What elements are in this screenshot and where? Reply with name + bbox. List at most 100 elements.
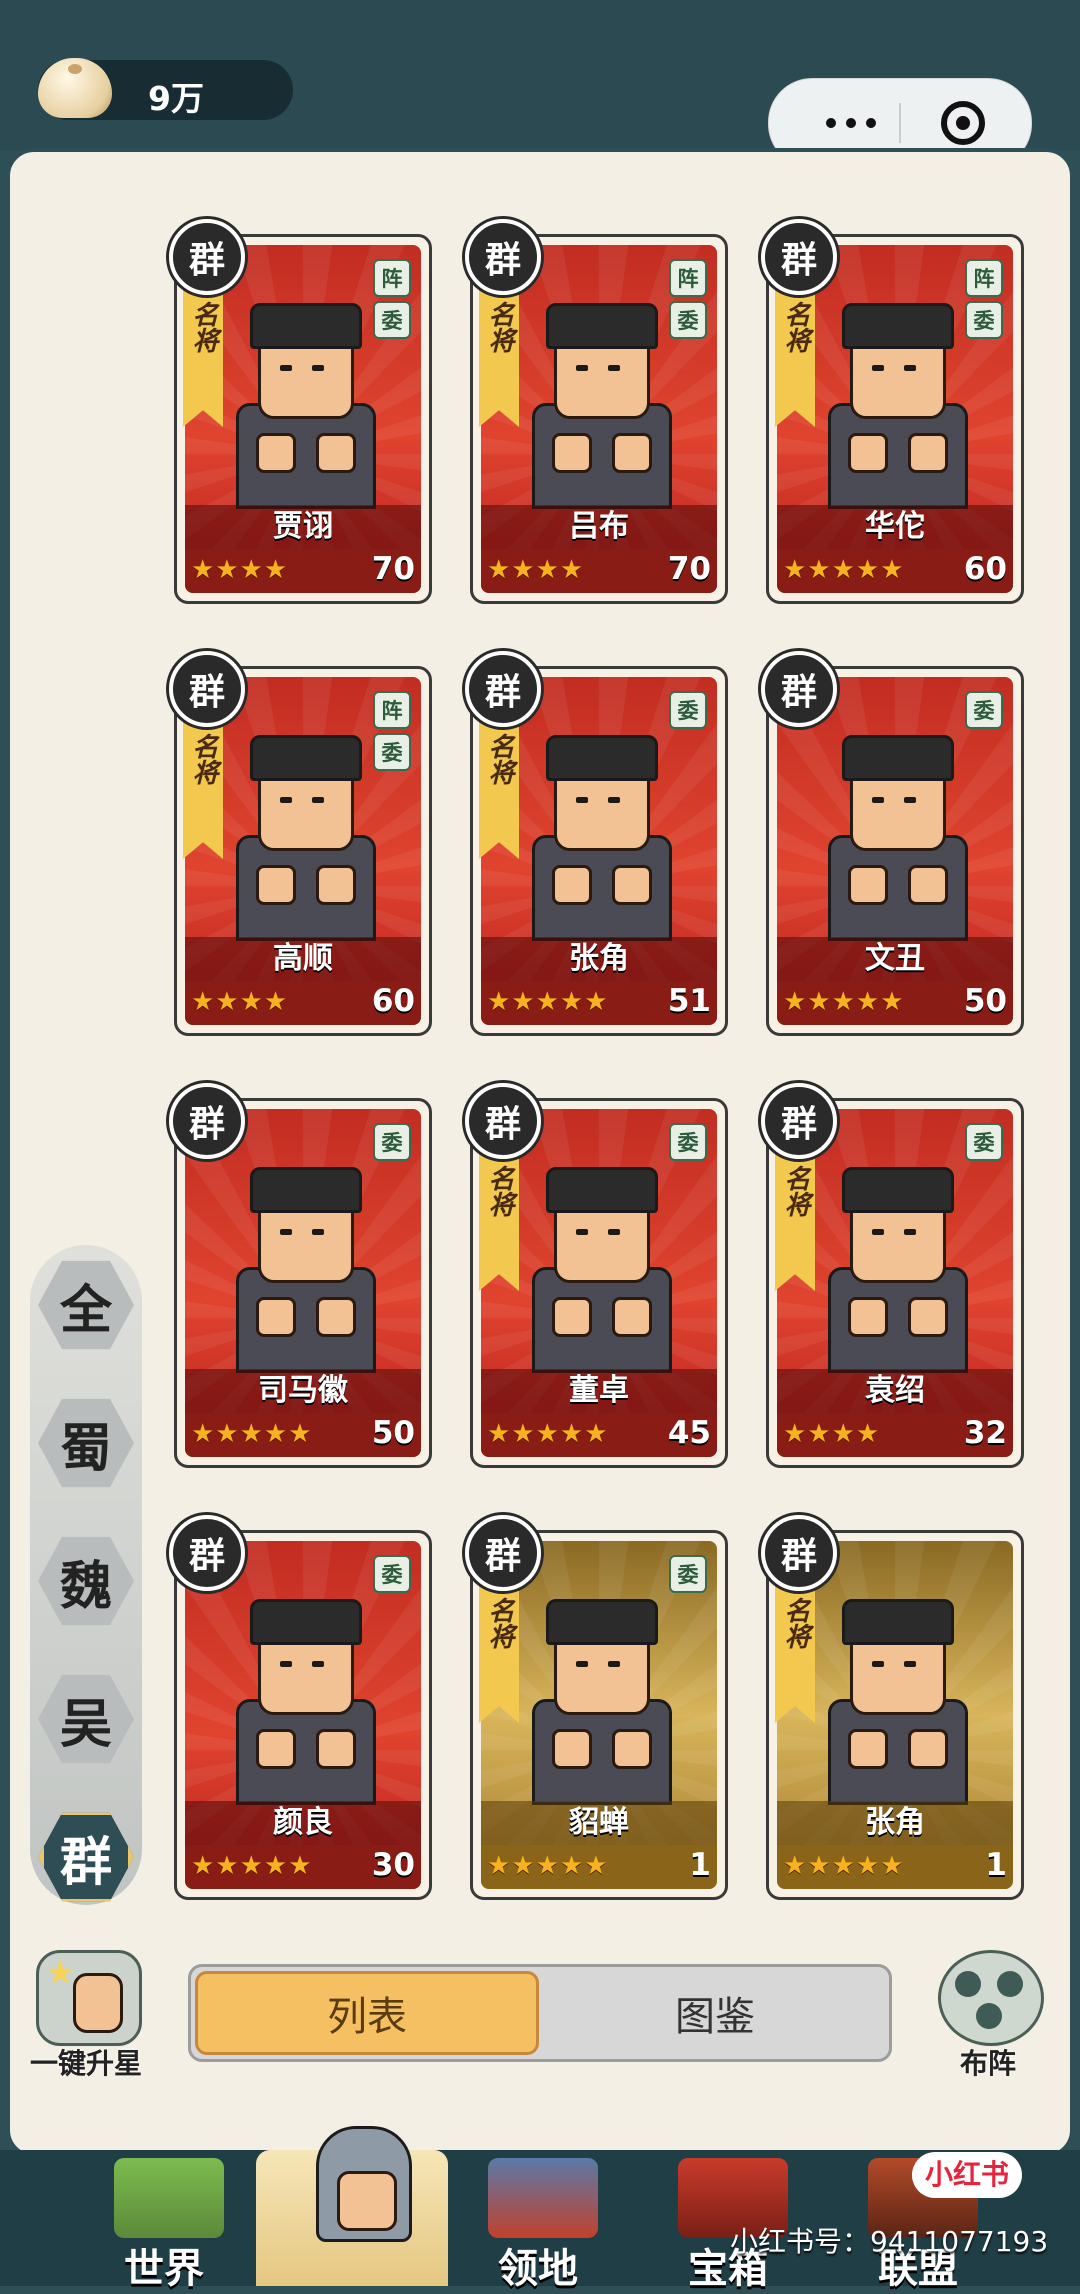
hero-list-panel: 阵委 贾诩 ★★★★ 70 群 名将 阵委 吕布 ★★★★ 70 群 名将 阵 … <box>6 148 1074 2158</box>
ribbon-char: 名将 <box>484 733 514 785</box>
hero-eye <box>280 1661 292 1667</box>
hero-tag: 委 <box>669 691 707 729</box>
hero-stars: ★★★★★ <box>783 555 905 585</box>
hero-hat <box>842 735 954 781</box>
hero-fist <box>316 1729 356 1769</box>
ribbon-char: 名将 <box>188 733 218 785</box>
hero-eye <box>904 365 916 371</box>
ribbon-char: 名将 <box>188 301 218 353</box>
faction-tab[interactable]: 群 <box>38 1809 134 1905</box>
hero-tag: 阵 <box>373 691 411 729</box>
ribbon-char: 名将 <box>780 1165 810 1217</box>
hero-portrait <box>820 303 970 509</box>
faction-badge: 群 <box>465 1083 541 1159</box>
hero-eye <box>608 365 620 371</box>
hero-eye <box>904 1661 916 1667</box>
hero-level: 51 <box>667 983 711 1019</box>
hero-star-bar: ★★★★★ 45 <box>481 1413 717 1457</box>
target-close-icon[interactable] <box>941 101 985 145</box>
hero-eye <box>280 1229 292 1235</box>
hero-portrait <box>524 303 674 509</box>
famous-general-ribbon: 名将 <box>183 287 223 427</box>
faction-tab-label: 群 <box>38 1812 134 1902</box>
faction-badge: 群 <box>761 1515 837 1591</box>
hero-fist <box>552 865 592 905</box>
faction-filter-tabs: 全蜀魏吴群 <box>30 1245 142 1905</box>
gallery-view-button[interactable]: 图鉴 <box>543 1971 887 2055</box>
famous-general-ribbon: 名将 <box>183 719 223 859</box>
formation-button[interactable]: 布阵 <box>928 1950 1048 2080</box>
nav-heroes[interactable] <box>256 2126 448 2286</box>
hero-card[interactable]: 委 董卓 ★★★★★ 45 群 名将 <box>465 1083 728 1468</box>
hero-stars: ★★★★ <box>191 987 289 1017</box>
faction-badge: 群 <box>169 651 245 727</box>
hero-tag: 委 <box>669 1555 707 1593</box>
hero-eye <box>280 797 292 803</box>
faction-tab[interactable]: 全 <box>38 1257 134 1353</box>
hero-card[interactable]: 委 颜良 ★★★★★ 30 群 <box>169 1515 432 1900</box>
hero-fist <box>552 433 592 473</box>
hero-star-bar: ★★★★ 32 <box>777 1413 1013 1457</box>
list-view-button[interactable]: 列表 <box>195 1971 539 2055</box>
hero-level: 60 <box>963 551 1007 587</box>
ribbon-char: 名将 <box>484 1165 514 1217</box>
hero-name: 貂蝉 <box>481 1801 717 1845</box>
hero-portrait <box>820 1167 970 1373</box>
hero-eye <box>576 797 588 803</box>
faction-tab[interactable]: 吴 <box>38 1671 134 1767</box>
hero-eye <box>312 365 324 371</box>
hero-tag: 委 <box>373 733 411 771</box>
hero-hat <box>250 303 362 349</box>
hero-level: 60 <box>371 983 415 1019</box>
hero-eye <box>608 1661 620 1667</box>
upgrade-stars-button[interactable]: 一键升星 <box>26 1950 146 2080</box>
nav-chest[interactable]: 宝箱 <box>628 2150 828 2292</box>
hero-fist <box>256 1297 296 1337</box>
hero-eye <box>904 1229 916 1235</box>
hero-fist <box>256 433 296 473</box>
nav-world[interactable]: 世界 <box>64 2150 264 2292</box>
nav-territory-label: 领地 <box>498 2246 578 2292</box>
hero-stars: ★★★★★ <box>191 1419 313 1449</box>
hero-stars: ★★★★★ <box>487 1419 609 1449</box>
hero-hat <box>842 1599 954 1645</box>
hero-star-bar: ★★★★ 70 <box>185 549 421 593</box>
hero-card[interactable]: 委 貂蝉 ★★★★★ 1 群 名将 <box>465 1515 728 1900</box>
hero-level: 32 <box>963 1415 1007 1451</box>
hero-helmet-icon <box>316 2126 412 2242</box>
hero-card[interactable]: 阵委 华佗 ★★★★★ 60 群 名将 <box>761 219 1024 604</box>
hero-card[interactable]: 阵委 高顺 ★★★★ 60 群 名将 <box>169 651 432 1036</box>
hero-fist <box>908 1297 948 1337</box>
faction-badge: 群 <box>761 651 837 727</box>
hero-tag: 委 <box>373 301 411 339</box>
nav-territory[interactable]: 领地 <box>438 2150 638 2292</box>
hero-fist <box>612 433 652 473</box>
hero-star-bar: ★★★★★ 1 <box>777 1845 1013 1889</box>
hero-portrait <box>228 1167 378 1373</box>
hero-card[interactable]: 委 袁绍 ★★★★ 32 群 名将 <box>761 1083 1024 1468</box>
faction-tab[interactable]: 魏 <box>38 1533 134 1629</box>
hero-fist <box>612 1729 652 1769</box>
hero-card[interactable]: 阵委 吕布 ★★★★ 70 群 名将 <box>465 219 728 604</box>
hero-level: 70 <box>371 551 415 587</box>
faction-tab-label: 魏 <box>38 1536 134 1626</box>
hero-name: 袁绍 <box>777 1369 1013 1413</box>
more-dots-icon[interactable] <box>813 109 889 137</box>
faction-badge: 群 <box>465 651 541 727</box>
hero-portrait <box>228 303 378 509</box>
faction-badge: 群 <box>169 1515 245 1591</box>
ribbon-char: 名将 <box>780 301 810 353</box>
hero-hat <box>546 1167 658 1213</box>
hero-tag: 委 <box>965 301 1003 339</box>
hero-star-bar: ★★★★ 70 <box>481 549 717 593</box>
faction-tab-label: 蜀 <box>38 1398 134 1488</box>
hero-fist <box>908 865 948 905</box>
hero-card[interactable]: 委 张角 ★★★★★ 51 群 名将 <box>465 651 728 1036</box>
hero-card[interactable]: 委 文丑 ★★★★★ 50 群 <box>761 651 1024 1036</box>
hero-card[interactable]: 张角 ★★★★★ 1 群 名将 <box>761 1515 1024 1900</box>
faction-tab[interactable]: 蜀 <box>38 1395 134 1491</box>
hero-card[interactable]: 委 司马徽 ★★★★★ 50 群 <box>169 1083 432 1468</box>
hero-eye <box>872 797 884 803</box>
hero-level: 30 <box>371 1847 415 1883</box>
hero-card[interactable]: 阵委 贾诩 ★★★★ 70 群 名将 <box>169 219 432 604</box>
